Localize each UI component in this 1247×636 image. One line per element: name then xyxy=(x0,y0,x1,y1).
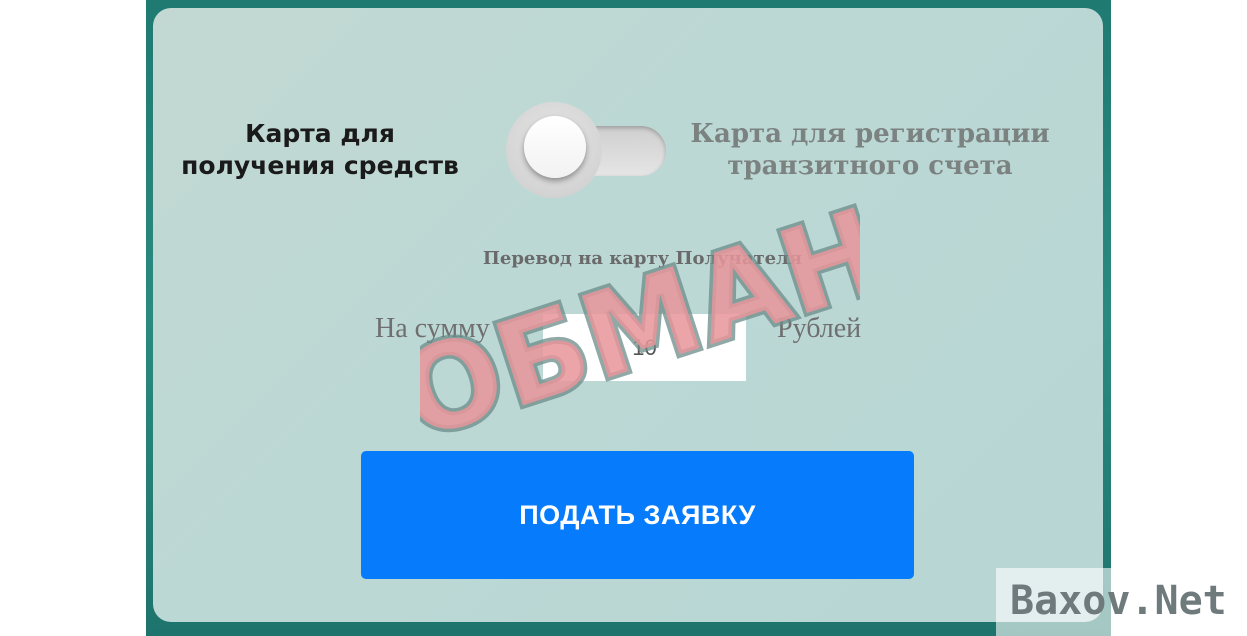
transfer-title: Перевод на карту Получателя xyxy=(482,248,803,269)
submit-application-button[interactable]: ПОДАТЬ ЗАЯВКУ xyxy=(361,451,914,579)
amount-label: На сумму xyxy=(375,313,490,344)
amount-input[interactable] xyxy=(543,314,746,381)
currency-label: Рублей xyxy=(777,313,862,344)
toggle-knob[interactable] xyxy=(506,102,602,198)
toggle-knob-face xyxy=(524,116,586,178)
card-type-toggle[interactable] xyxy=(506,102,666,198)
page: Карта для получения средств Карта для ре… xyxy=(0,0,1247,636)
card-receive-funds-label[interactable]: Карта для получения средств xyxy=(170,118,470,182)
card-transit-account-label[interactable]: Карта для регистрации транзитного счета xyxy=(680,118,1060,182)
